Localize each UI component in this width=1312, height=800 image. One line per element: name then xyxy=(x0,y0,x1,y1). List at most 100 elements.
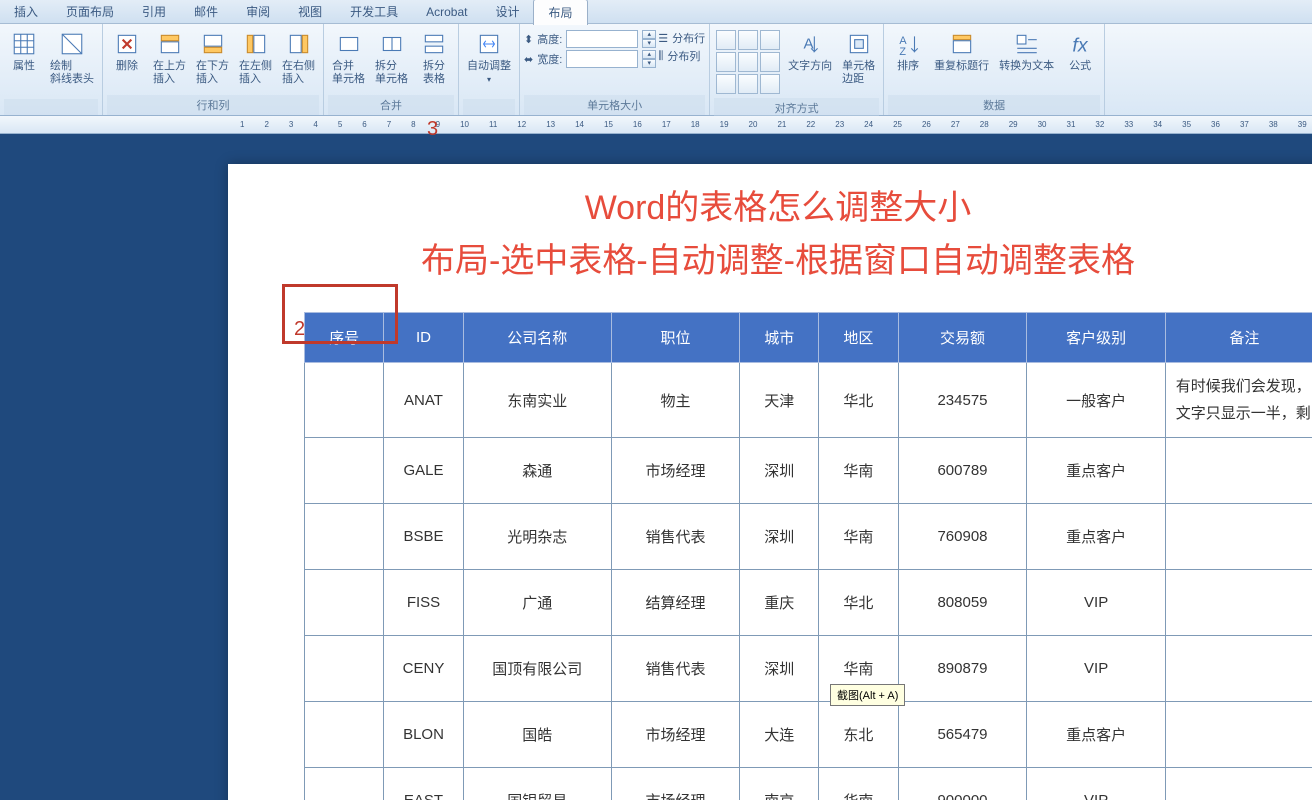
table-cell[interactable]: 大连 xyxy=(740,702,819,768)
table-header[interactable]: 公司名称 xyxy=(463,313,611,363)
table-cell[interactable]: BSBE xyxy=(384,504,464,570)
cell-margins-button[interactable]: 单元格 边距 xyxy=(838,26,879,88)
table-cell[interactable]: 深圳 xyxy=(740,636,819,702)
table-cell[interactable] xyxy=(305,636,384,702)
table-cell[interactable]: 市场经理 xyxy=(611,768,739,800)
table-cell[interactable] xyxy=(305,504,384,570)
properties-button[interactable]: 属性 xyxy=(4,26,44,75)
table-cell[interactable]: 华南 xyxy=(819,504,898,570)
table-cell[interactable] xyxy=(305,438,384,504)
table-header[interactable]: 客户级别 xyxy=(1027,313,1165,363)
height-input[interactable] xyxy=(566,30,638,48)
table-cell[interactable]: 600789 xyxy=(898,438,1027,504)
tab-review[interactable]: 审阅 xyxy=(232,0,284,24)
table-cell[interactable]: 结算经理 xyxy=(611,570,739,636)
table-cell[interactable]: VIP xyxy=(1027,768,1165,800)
table-cell[interactable]: 234575 xyxy=(898,363,1027,438)
table-cell[interactable]: 一般客户 xyxy=(1027,363,1165,438)
table-cell[interactable] xyxy=(1165,570,1312,636)
table-cell[interactable]: 808059 xyxy=(898,570,1027,636)
table-cell[interactable]: 重点客户 xyxy=(1027,504,1165,570)
data-table[interactable]: 序号ID公司名称职位城市地区交易额客户级别备注 ANAT东南实业物主天津华北23… xyxy=(304,312,1312,800)
table-cell[interactable]: VIP xyxy=(1027,570,1165,636)
table-cell[interactable]: 国皓 xyxy=(463,702,611,768)
table-cell[interactable] xyxy=(1165,504,1312,570)
table-cell[interactable] xyxy=(1165,636,1312,702)
tab-insert[interactable]: 插入 xyxy=(0,0,52,24)
table-header[interactable]: 交易额 xyxy=(898,313,1027,363)
table-row[interactable]: EAST国银贸易市场经理南京华南900000VIP xyxy=(305,768,1312,800)
merge-cells-button[interactable]: 合并 单元格 xyxy=(328,26,369,88)
table-row[interactable]: CENY国顶有限公司销售代表深圳华南890879VIP xyxy=(305,636,1312,702)
table-cell[interactable]: 华南 xyxy=(819,768,898,800)
table-header[interactable]: 地区 xyxy=(819,313,898,363)
repeat-header-button[interactable]: 重复标题行 xyxy=(930,26,993,75)
width-input[interactable] xyxy=(566,50,638,68)
table-row[interactable]: ANAT东南实业物主天津华北234575一般客户有时候我们会发现，文字只显示一半… xyxy=(305,363,1312,438)
table-cell[interactable]: EAST xyxy=(384,768,464,800)
split-cells-button[interactable]: 拆分 单元格 xyxy=(371,26,412,88)
tab-pagelayout[interactable]: 页面布局 xyxy=(52,0,128,24)
table-cell[interactable]: 重点客户 xyxy=(1027,438,1165,504)
table-cell[interactable]: 华北 xyxy=(819,570,898,636)
table-cell[interactable]: 华北 xyxy=(819,363,898,438)
table-cell[interactable]: 重庆 xyxy=(740,570,819,636)
insert-right-button[interactable]: 在右侧 插入 xyxy=(278,26,319,88)
table-cell[interactable] xyxy=(1165,768,1312,800)
draw-diagonal-button[interactable]: 绘制 斜线表头 xyxy=(46,26,98,88)
tab-design[interactable]: 设计 xyxy=(481,0,533,24)
delete-button[interactable]: 删除 xyxy=(107,26,147,75)
table-cell[interactable]: 国顶有限公司 xyxy=(463,636,611,702)
table-cell[interactable] xyxy=(305,768,384,800)
document-page[interactable]: Word的表格怎么调整大小 布局-选中表格-自动调整-根据窗口自动调整表格 序号… xyxy=(228,164,1312,800)
table-cell[interactable]: 565479 xyxy=(898,702,1027,768)
table-cell[interactable]: 深圳 xyxy=(740,504,819,570)
tab-references[interactable]: 引用 xyxy=(128,0,180,24)
table-cell[interactable]: 900000 xyxy=(898,768,1027,800)
horizontal-ruler[interactable]: 1234567891011121314151617181920212223242… xyxy=(0,116,1312,134)
tab-view[interactable]: 视图 xyxy=(284,0,336,24)
tab-mailings[interactable]: 邮件 xyxy=(180,0,232,24)
table-cell[interactable]: 890879 xyxy=(898,636,1027,702)
tab-acrobat[interactable]: Acrobat xyxy=(412,1,481,23)
sort-button[interactable]: AZ排序 xyxy=(888,26,928,75)
height-spinner[interactable]: ▴▾ xyxy=(642,30,656,48)
table-row[interactable]: BSBE光明杂志销售代表深圳华南760908重点客户 xyxy=(305,504,1312,570)
table-header[interactable]: ID xyxy=(384,313,464,363)
table-cell[interactable]: 森通 xyxy=(463,438,611,504)
table-row[interactable]: BLON国皓市场经理大连东北565479重点客户 xyxy=(305,702,1312,768)
table-cell[interactable]: 760908 xyxy=(898,504,1027,570)
table-cell[interactable]: 销售代表 xyxy=(611,636,739,702)
table-cell[interactable]: CENY xyxy=(384,636,464,702)
alignment-grid[interactable] xyxy=(716,30,780,94)
table-cell[interactable]: FISS xyxy=(384,570,464,636)
table-cell[interactable]: 东南实业 xyxy=(463,363,611,438)
table-cell[interactable]: 物主 xyxy=(611,363,739,438)
table-cell[interactable]: 光明杂志 xyxy=(463,504,611,570)
table-cell[interactable]: 广通 xyxy=(463,570,611,636)
insert-left-button[interactable]: 在左侧 插入 xyxy=(235,26,276,88)
split-table-button[interactable]: 拆分 表格 xyxy=(414,26,454,88)
table-cell[interactable]: 销售代表 xyxy=(611,504,739,570)
table-row[interactable]: FISS广通结算经理重庆华北808059VIP xyxy=(305,570,1312,636)
table-cell[interactable]: 重点客户 xyxy=(1027,702,1165,768)
table-cell[interactable] xyxy=(305,570,384,636)
table-cell[interactable] xyxy=(305,702,384,768)
table-cell[interactable] xyxy=(305,363,384,438)
table-cell[interactable]: 市场经理 xyxy=(611,702,739,768)
table-cell[interactable]: 市场经理 xyxy=(611,438,739,504)
table-cell[interactable]: 华南 xyxy=(819,438,898,504)
formula-button[interactable]: fx公式 xyxy=(1060,26,1100,75)
table-header[interactable]: 城市 xyxy=(740,313,819,363)
table-cell[interactable]: 深圳 xyxy=(740,438,819,504)
table-cell[interactable]: GALE xyxy=(384,438,464,504)
table-header[interactable]: 序号 xyxy=(305,313,384,363)
table-cell[interactable]: BLON xyxy=(384,702,464,768)
table-cell[interactable]: ANAT xyxy=(384,363,464,438)
autofit-button[interactable]: 自动调整▾ xyxy=(463,26,515,88)
text-direction-button[interactable]: A文字方向 xyxy=(784,26,836,75)
distribute-rows-button[interactable]: ☰分布行 xyxy=(658,30,705,46)
width-spinner[interactable]: ▴▾ xyxy=(642,50,656,68)
table-header[interactable]: 备注 xyxy=(1165,313,1312,363)
table-cell[interactable]: 天津 xyxy=(740,363,819,438)
